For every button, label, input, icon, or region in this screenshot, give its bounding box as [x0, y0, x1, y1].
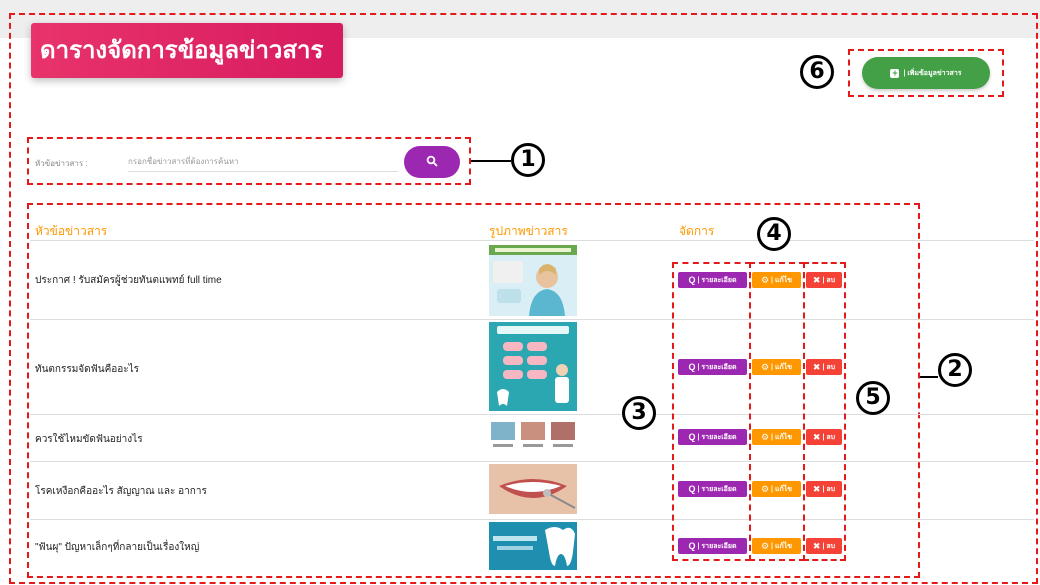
callout-3: 3: [622, 396, 656, 430]
search-label: หัวข้อข่าวสาร :: [35, 159, 88, 168]
table-row-title: ทันตกรรมจัดฟันคืออะไร: [35, 364, 140, 375]
news-thumbnail: [489, 418, 577, 457]
row-divider: [30, 319, 1034, 320]
callout-6: 6: [800, 55, 834, 89]
news-thumbnail: [489, 322, 577, 411]
row-divider: [30, 519, 1034, 520]
search-button[interactable]: [404, 146, 460, 178]
callout-leader-1: [471, 160, 511, 162]
page-title: ดารางจัดการข้อมูลข่าวสาร: [31, 23, 343, 78]
news-thumbnail: [489, 522, 577, 570]
callout-4: 4: [757, 217, 791, 251]
table-header-divider: [30, 240, 1034, 241]
annotation-box-view-column: [672, 262, 751, 561]
table-row-title: โรคเหงือกคืออะไร สัญญาณ และ อาการ: [35, 486, 207, 497]
search-input[interactable]: [128, 151, 398, 172]
news-thumbnail: [489, 245, 577, 316]
column-header-image: รูปภาพข่าวสาร: [489, 224, 568, 238]
callout-leader-2: [920, 376, 938, 378]
callout-5: 5: [856, 381, 890, 415]
table-row-title: ประกาศ ! รับสมัครผู้ช่วยทันตแพทย์ full t…: [35, 275, 222, 286]
annotation-box-add: [848, 49, 1004, 97]
row-divider: [30, 414, 1034, 415]
callout-1: 1: [511, 143, 545, 177]
annotation-box-delete-column: [803, 262, 846, 561]
callout-2: 2: [938, 353, 972, 387]
news-thumbnail: [489, 464, 577, 514]
annotation-box-edit-column: [749, 262, 805, 561]
table-row-title: "ฟันผุ" ปัญหาเล็กๆที่กลายเป็นเรื่องใหญ่: [35, 542, 200, 553]
column-header-actions: จัดการ: [679, 224, 715, 238]
column-header-title: หัวข้อข่าวสาร: [35, 224, 108, 238]
table-row-title: ควรใช้ไหมขัดฟันอย่างไร: [35, 434, 143, 445]
search-icon: [426, 155, 438, 170]
row-divider: [30, 461, 1034, 462]
